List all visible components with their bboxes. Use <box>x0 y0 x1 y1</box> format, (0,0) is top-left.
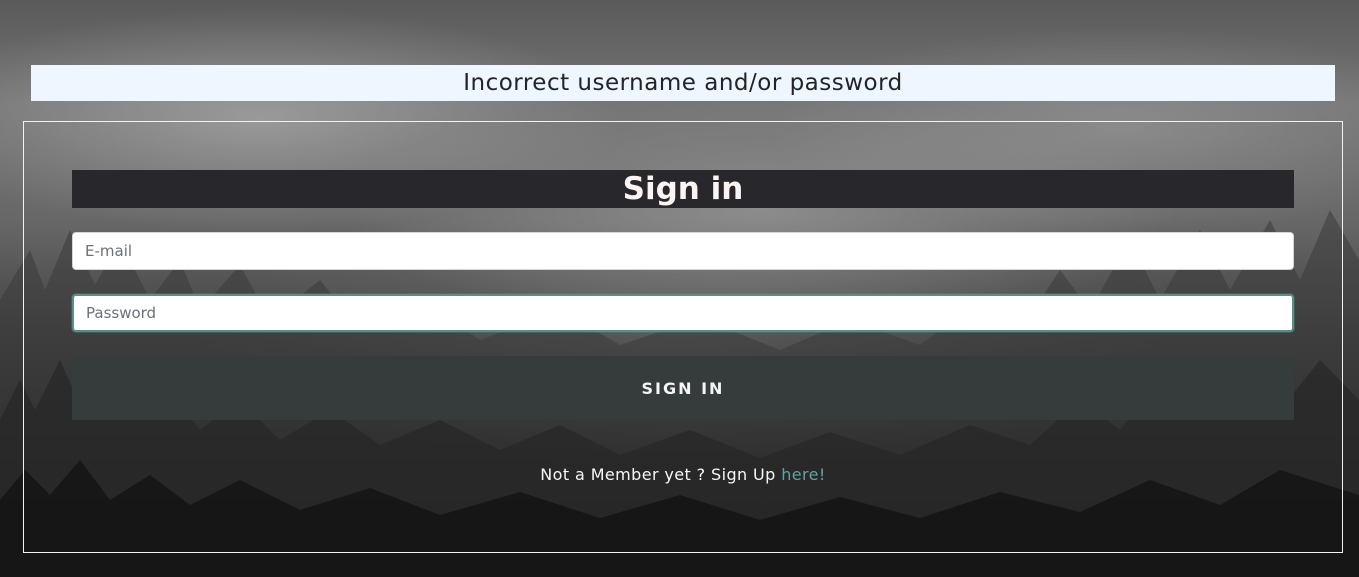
signup-prompt-text: Not a Member yet ? Sign Up <box>540 465 776 484</box>
error-alert: Incorrect username and/or password <box>31 65 1335 101</box>
email-field[interactable] <box>72 232 1294 270</box>
signin-button[interactable]: SIGN IN <box>72 356 1294 420</box>
signup-link[interactable]: here! <box>781 465 825 484</box>
signup-prompt-line: Not a Member yet ? Sign Up here! <box>24 465 1342 484</box>
signin-title: Sign in <box>622 171 744 207</box>
error-message: Incorrect username and/or password <box>463 70 903 96</box>
password-field[interactable] <box>72 294 1294 332</box>
signin-panel: Sign in SIGN IN Not a Member yet ? Sign … <box>23 121 1343 553</box>
signin-title-bar: Sign in <box>72 170 1294 208</box>
login-page: Incorrect username and/or password Sign … <box>0 0 1359 577</box>
